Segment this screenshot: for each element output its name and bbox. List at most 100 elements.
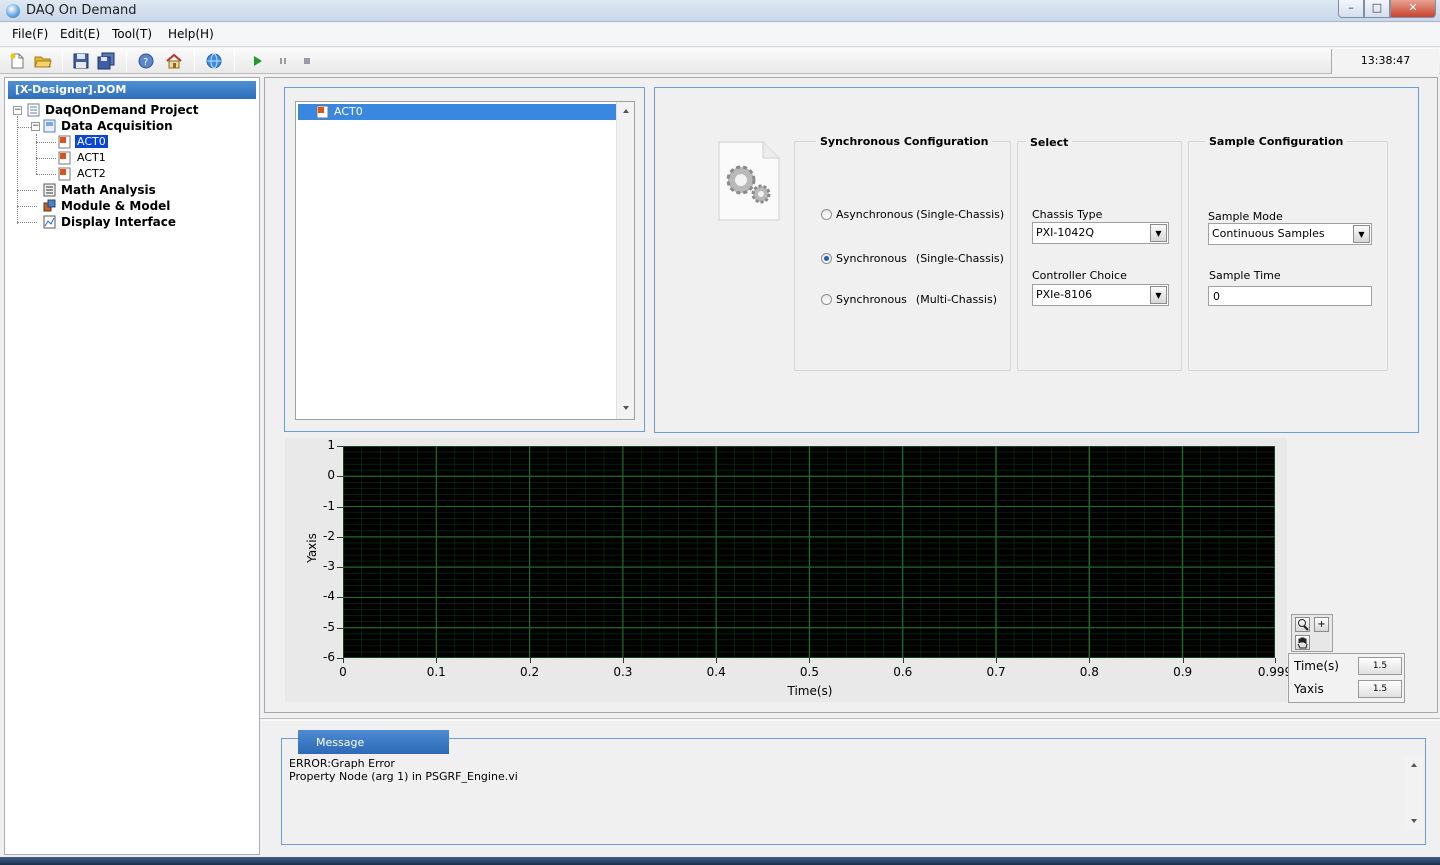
globe-icon[interactable]: [205, 52, 223, 70]
message-line: Property Node (arg 1) in PSGRF_Engine.vi: [289, 770, 518, 783]
module-model-icon: [43, 199, 56, 213]
select-group: [1017, 141, 1182, 371]
y-axis-label: Yaxis: [305, 533, 319, 563]
x-tick-label: 0: [339, 665, 347, 679]
os-taskbar: [0, 857, 1440, 865]
pan-hand-icon[interactable]: [1295, 635, 1310, 650]
collapse-daq-toggle[interactable]: −: [31, 122, 40, 131]
menu-file[interactable]: File(F): [12, 27, 48, 41]
tree-display-interface[interactable]: Display Interface: [61, 215, 176, 229]
tree-channel-act0[interactable]: ACT0: [75, 135, 108, 148]
x-tick-label: 0.7: [986, 665, 1006, 679]
y-tick-label: -6: [323, 650, 335, 664]
close-button[interactable]: ✕: [1390, 0, 1436, 18]
y-tick-label: -4: [323, 589, 335, 604]
select-title: Select: [1026, 136, 1073, 149]
new-file-icon[interactable]: [8, 52, 26, 70]
tree-math-analysis[interactable]: Math Analysis: [61, 183, 156, 197]
x-tick-label: 0.2: [520, 665, 540, 679]
pause-icon[interactable]: [274, 52, 292, 70]
channel-icon: [58, 151, 71, 165]
tree-module-model[interactable]: Module & Model: [61, 199, 170, 213]
y-tick-label: -5: [323, 619, 335, 634]
scale-legend: Time(s) 1.5 Yaxis 1.5: [1288, 653, 1405, 703]
radio-sync-multi[interactable]: Synchronous (Multi-Chassis): [821, 293, 997, 306]
x-tick-mark: [996, 658, 998, 663]
x-tick-mark: [343, 658, 344, 663]
sample-config-title: Sample Configuration: [1205, 135, 1348, 148]
chevron-down-icon[interactable]: ▼: [1150, 224, 1167, 242]
menu-bar: File(F) Edit(E) Tool(T) Help(H): [0, 23, 1440, 47]
scale-name-x: Time(s): [1294, 659, 1339, 673]
plot-area[interactable]: [343, 446, 1275, 658]
tree-channel-act2[interactable]: ACT2: [77, 167, 106, 180]
x-tick-label: 0.6: [893, 665, 913, 679]
tree-data-acquisition[interactable]: Data Acquisition: [61, 119, 173, 133]
panel-divider[interactable]: [260, 718, 1440, 721]
sample-time-label: Sample Time: [1209, 269, 1281, 282]
channel-icon: [316, 105, 329, 122]
scale-format-x-button[interactable]: 1.5: [1358, 657, 1402, 675]
controller-choice-select[interactable]: PXIe-8106 ▼: [1032, 284, 1169, 306]
x-tick-label: 0.3: [613, 665, 633, 679]
window-title: DAQ On Demand: [26, 3, 137, 18]
radio-async-single[interactable]: Asynchronous (Single-Chassis): [821, 208, 1004, 221]
device-list-scrollbar[interactable]: [616, 102, 634, 419]
message-line: ERROR:Graph Error: [289, 757, 395, 770]
tree-root-project[interactable]: DaqOnDemand Project: [45, 103, 198, 117]
save-icon[interactable]: [72, 52, 90, 70]
y-tick-label: 1: [327, 438, 335, 452]
title-bar: [0, 0, 1440, 22]
x-axis-label: Time(s): [787, 684, 833, 698]
zoom-icon[interactable]: [1295, 617, 1310, 632]
chassis-type-select[interactable]: PXI-1042Q ▼: [1032, 222, 1169, 244]
x-tick-mark: [716, 658, 718, 663]
x-tick-mark: [436, 658, 438, 663]
controller-choice-label: Controller Choice: [1032, 269, 1127, 282]
scale-format-y-button[interactable]: 1.5: [1358, 680, 1402, 698]
x-tick-mark: [529, 658, 531, 663]
tree-channel-act0-label: ACT0: [75, 135, 108, 148]
x-tick-mark: [809, 658, 811, 663]
save-all-icon[interactable]: [97, 52, 115, 70]
x-tick-label: 0.9: [1173, 665, 1193, 679]
chevron-down-icon[interactable]: ▼: [1353, 225, 1370, 243]
device-list-item[interactable]: ACT0: [298, 104, 616, 120]
project-icon: [27, 103, 40, 117]
help-icon[interactable]: ?: [137, 52, 155, 70]
minimize-button[interactable]: –: [1338, 0, 1364, 18]
stop-icon[interactable]: [298, 52, 316, 70]
project-tree-header: [X-Designer].DOM: [8, 81, 256, 99]
x-tick-label: 0.1: [426, 665, 446, 679]
collapse-root-toggle[interactable]: −: [13, 106, 22, 115]
device-list[interactable]: [295, 101, 635, 420]
run-icon[interactable]: [249, 52, 267, 70]
y-tick-mark: [337, 567, 343, 569]
tree-channel-act1[interactable]: ACT1: [77, 151, 106, 164]
y-tick-mark: [337, 597, 343, 599]
sample-mode-select[interactable]: Continuous Samples ▼: [1208, 223, 1372, 245]
menu-help[interactable]: Help(H): [168, 27, 214, 41]
menu-edit[interactable]: Edit(E): [60, 27, 100, 41]
chevron-down-icon[interactable]: ▼: [1150, 286, 1167, 304]
channel-icon: [58, 135, 71, 149]
maximize-button[interactable]: □: [1364, 0, 1390, 18]
home-icon[interactable]: [165, 52, 183, 70]
sample-config-group: [1188, 141, 1388, 371]
y-tick-mark: [337, 506, 343, 508]
clock: 13:38:47: [1331, 49, 1439, 74]
radio-sync-single[interactable]: Synchronous (Single-Chassis): [821, 252, 1004, 265]
toolbar: ?: [0, 48, 1440, 74]
display-interface-icon: [43, 215, 56, 229]
x-tick-mark: [1275, 658, 1276, 663]
sample-time-input[interactable]: 0: [1208, 286, 1372, 306]
menu-tool[interactable]: Tool(T): [112, 27, 152, 41]
y-tick-mark: [337, 536, 343, 538]
x-tick-label: 0.5: [799, 665, 819, 679]
message-tab[interactable]: Message: [298, 730, 449, 754]
message-scrollbar[interactable]: [1405, 756, 1423, 830]
crosshair-icon[interactable]: +: [1314, 617, 1329, 632]
open-folder-icon[interactable]: [34, 52, 52, 70]
svg-text:?: ?: [143, 57, 148, 68]
app-icon: [6, 4, 20, 18]
